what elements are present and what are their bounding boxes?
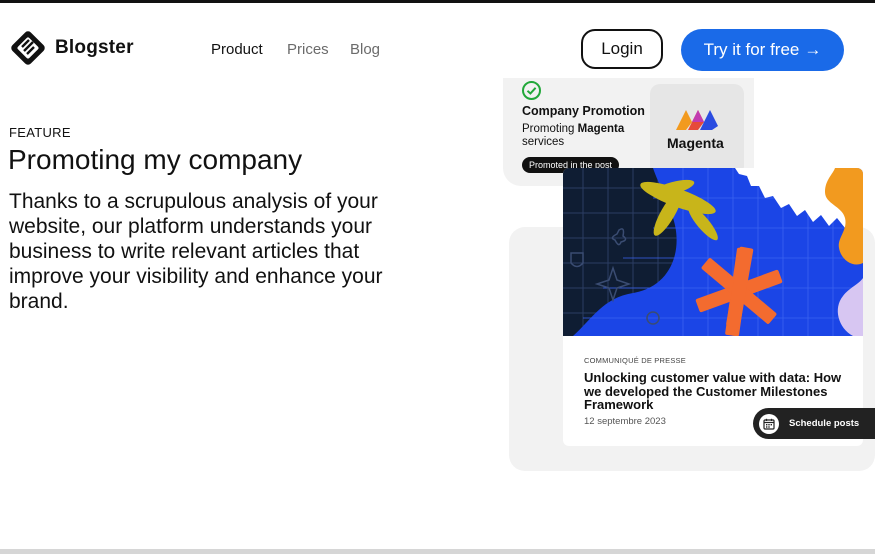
nav-blog[interactable]: Blog <box>350 41 380 58</box>
check-circle-icon <box>522 81 541 100</box>
page-title: Promoting my company <box>8 144 303 175</box>
nav-prices[interactable]: Prices <box>287 41 329 58</box>
article-illustration <box>563 168 863 336</box>
article-date: 12 septembre 2023 <box>584 416 666 427</box>
try-free-button[interactable]: Try it for free → <box>681 29 844 71</box>
magenta-logo-icon <box>676 110 718 130</box>
promo-card-subtitle: Promoting Magenta services <box>522 123 640 149</box>
nav-product[interactable]: Product <box>211 41 263 58</box>
brand-name[interactable]: Blogster <box>55 37 134 59</box>
promo-subtitle-suffix: services <box>522 136 565 148</box>
login-button[interactable]: Login <box>581 29 663 69</box>
arrow-right-icon: → <box>804 40 822 59</box>
window-top-border <box>0 0 875 3</box>
schedule-posts-label: Schedule posts <box>789 418 860 429</box>
schedule-posts-badge[interactable]: Schedule posts <box>753 408 875 439</box>
calendar-icon <box>759 413 779 434</box>
article-title[interactable]: Unlocking customer value with data: How … <box>584 371 856 412</box>
promo-card-title: Company Promotion <box>522 104 645 118</box>
article-kicker: COMMUNIQUÉ DE PRESSE <box>584 356 686 365</box>
window-bottom-border <box>0 549 875 554</box>
blogster-logo-icon[interactable] <box>10 30 46 66</box>
hero-description: Thanks to a scrupulous analysis of your … <box>9 190 383 313</box>
promo-subtitle-prefix: Promoting <box>522 123 575 135</box>
try-free-button-label: Try it for free <box>703 40 800 59</box>
magenta-logo-text: Magenta <box>667 135 724 151</box>
feature-eyebrow: FEATURE <box>9 125 71 140</box>
promo-subtitle-brand: Magenta <box>577 123 625 135</box>
login-button-label: Login <box>601 39 643 58</box>
